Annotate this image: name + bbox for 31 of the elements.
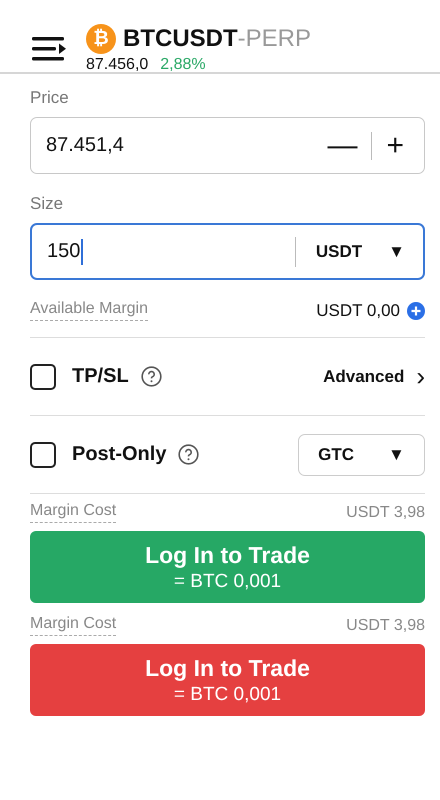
add-icon[interactable] [407,302,425,320]
available-margin-label: Available Margin [30,300,148,321]
menu-icon[interactable] [32,35,68,63]
margin-cost-value: USDT 3,98 [346,616,425,634]
size-label: Size [30,194,64,214]
symbol-suffix: -PERP [238,25,312,52]
trade-button[interactable]: Log In to Trade = BTC 0,001 [30,644,425,716]
price-label: Price [30,88,70,108]
size-field[interactable]: 150 USDT ▼ [30,223,425,280]
checkbox[interactable] [30,442,56,468]
last-price: 87.456,0 [86,56,148,74]
help-icon[interactable] [178,444,200,465]
option-label: Post-Only [72,443,166,466]
decrease-button[interactable]: — [319,128,366,162]
margin-cost-label: Margin Cost [30,502,116,523]
price-value: 87.451,4 [46,134,125,157]
option-label: TP/SL [72,365,129,388]
price-change: 2,88% [160,56,206,74]
time-in-force-dropdown[interactable]: GTC ▼ [298,434,425,476]
margin-cost-label: Margin Cost [30,615,116,636]
price-field[interactable]: 87.451,4 — + [30,117,425,174]
coin-icon: ₿ [86,24,116,54]
advanced-link[interactable]: Advanced › [323,361,425,392]
unit-dropdown[interactable]: USDT ▼ [294,236,411,266]
margin-cost-value: USDT 3,98 [346,504,425,522]
available-margin-value: USDT 0,00 [316,300,400,320]
help-icon[interactable] [140,366,162,387]
increase-button[interactable]: + [378,128,412,162]
symbol-name[interactable]: BTCUSDT [123,25,238,52]
checkbox[interactable] [30,364,56,390]
size-value: 150 [47,240,80,263]
